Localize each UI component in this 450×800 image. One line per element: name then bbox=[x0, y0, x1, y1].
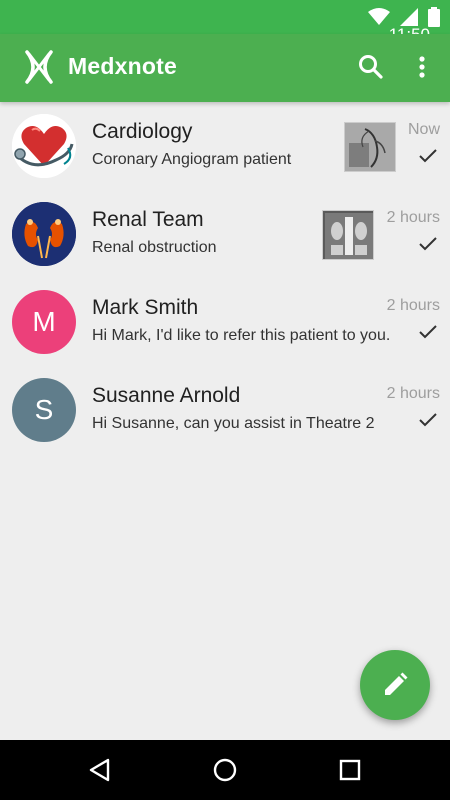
avatar-letter: M bbox=[32, 306, 56, 337]
checkmark-icon bbox=[419, 413, 437, 427]
checkmark-icon bbox=[419, 149, 437, 163]
conversation-row-mark-smith[interactable]: M Mark Smith Hi Mark, I'd like to refer … bbox=[0, 278, 450, 366]
conversation-row-susanne-arnold[interactable]: S Susanne Arnold Hi Susanne, can you ass… bbox=[0, 366, 450, 454]
conversation-preview: Coronary Angiogram patient bbox=[92, 151, 292, 168]
back-icon[interactable] bbox=[87, 757, 113, 783]
heart-stethoscope-image bbox=[12, 114, 76, 178]
conversation-preview: Hi Mark, I'd like to refer this patient … bbox=[92, 327, 391, 344]
conversation-list: Cardiology Coronary Angiogram patient No… bbox=[0, 102, 450, 454]
signal-icon bbox=[400, 8, 418, 26]
navigation-bar bbox=[0, 740, 450, 800]
ct-scan-image bbox=[323, 211, 373, 259]
app-title: Medxnote bbox=[68, 53, 177, 79]
avatar: M bbox=[12, 290, 76, 354]
conversation-name: Mark Smith bbox=[92, 296, 199, 319]
avatar: S bbox=[12, 378, 76, 442]
avatar-letter: S bbox=[34, 394, 54, 425]
avatar-kidneys bbox=[12, 202, 76, 266]
conversation-preview: Renal obstruction bbox=[92, 239, 217, 256]
more-options-icon[interactable] bbox=[410, 52, 434, 82]
pencil-icon bbox=[385, 672, 408, 695]
battery-icon bbox=[428, 7, 440, 27]
conversation-time: 2 hours bbox=[386, 297, 440, 314]
home-icon[interactable] bbox=[212, 757, 238, 783]
conversation-name: Susanne Arnold bbox=[92, 384, 241, 407]
conversation-time: 2 hours bbox=[386, 209, 440, 226]
wifi-icon bbox=[368, 8, 390, 25]
compose-button[interactable] bbox=[360, 650, 430, 720]
conversation-name: Cardiology bbox=[92, 120, 193, 143]
avatar-heart-stethoscope bbox=[12, 114, 76, 178]
medxnote-logo-icon bbox=[25, 50, 53, 84]
conversation-row-cardiology[interactable]: Cardiology Coronary Angiogram patient No… bbox=[0, 102, 450, 190]
search-icon[interactable] bbox=[356, 52, 386, 82]
recents-icon[interactable] bbox=[337, 757, 363, 783]
attachment-thumbnail[interactable] bbox=[344, 122, 396, 172]
conversation-time: Now bbox=[407, 121, 440, 138]
angiogram-image bbox=[345, 123, 395, 171]
conversation-preview: Hi Susanne, can you assist in Theatre 2 bbox=[92, 415, 375, 432]
status-bar: 11:50 bbox=[0, 0, 450, 44]
conversation-row-renal-team[interactable]: Renal Team Renal obstruction 2 hours bbox=[0, 190, 450, 278]
checkmark-icon bbox=[419, 325, 437, 339]
conversation-time: 2 hours bbox=[386, 385, 440, 402]
attachment-thumbnail[interactable] bbox=[322, 210, 374, 260]
kidneys-image bbox=[12, 202, 76, 266]
conversation-name: Renal Team bbox=[92, 208, 204, 231]
app-bar: Medxnote bbox=[0, 34, 450, 102]
checkmark-icon bbox=[419, 237, 437, 251]
